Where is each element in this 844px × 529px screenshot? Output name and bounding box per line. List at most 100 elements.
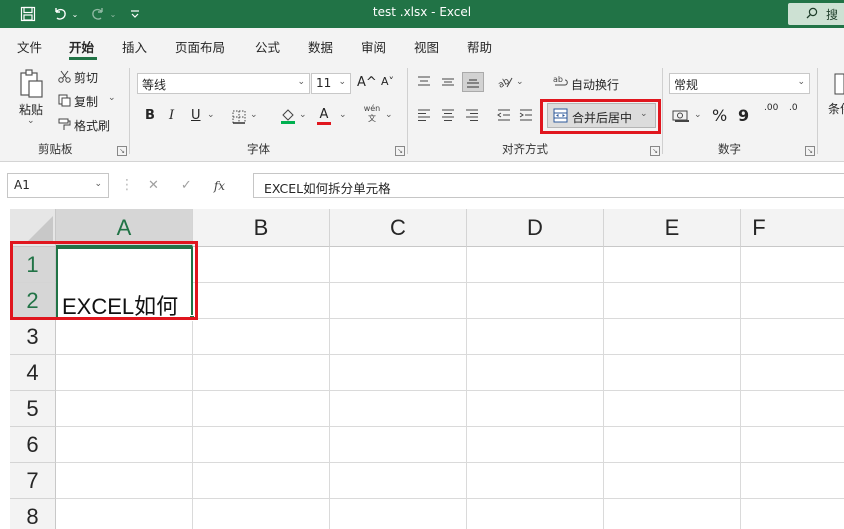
wrap-text-icon[interactable]: ab [553,74,569,90]
row-header-3[interactable]: 3 [10,319,56,355]
cut-button[interactable]: 剪切 [74,69,98,86]
number-format-select[interactable]: 常规 ⌄ [669,73,810,94]
orientation-icon[interactable]: ab [497,74,513,90]
font-group-label: 字体 [247,142,270,156]
font-launcher-icon[interactable]: ↘ [395,146,405,156]
accounting-dropdown-icon[interactable]: ⌄ [694,110,702,120]
ribbon: 粘贴 ⌄ 剪切 复制 ⌄ 格式刷 剪贴板 ↘ 等线 ⌄ 11 ⌄ A^ A˅ B… [0,60,844,162]
number-launcher-icon[interactable]: ↘ [805,146,815,156]
percent-style-button[interactable]: % [712,106,727,125]
row-header-5[interactable]: 5 [10,391,56,427]
ribbon-separator [407,68,408,154]
grid-line [740,247,741,529]
copy-button[interactable]: 复制 [74,93,98,110]
align-left-icon[interactable] [417,108,431,122]
align-bottom-icon[interactable] [462,72,484,92]
column-header-f[interactable]: F [741,209,844,247]
ribbon-tabs: 文件 开始 插入 页面布局 公式 数据 审阅 视图 帮助 [0,28,844,60]
borders-icon[interactable] [231,109,247,125]
decrease-decimal-button[interactable]: .0 [789,104,805,113]
insert-function-icon[interactable]: fx [214,179,225,193]
formula-input[interactable]: EXCEL如何拆分单元格 [253,173,844,198]
fill-color-dropdown-icon[interactable]: ⌄ [299,110,307,120]
conditional-formatting-button[interactable]: 条件 [828,100,844,117]
font-size-select[interactable]: 11 ⌄ [311,73,351,94]
increase-decimal-button[interactable]: .00 [764,104,780,113]
copy-dropdown-icon[interactable]: ⌄ [108,93,116,103]
font-color-letter: A [319,106,329,122]
borders-dropdown-icon[interactable]: ⌄ [250,110,258,120]
grid-line [56,390,844,391]
tab-file[interactable]: 文件 [17,37,42,56]
column-header-e[interactable]: E [604,209,741,247]
clipboard-group-label: 剪贴板 [38,142,73,156]
title-bar: ⌄ ⌄ test .xlsx - Excel 搜 [0,0,844,28]
paste-icon[interactable] [18,66,44,100]
font-name-select[interactable]: 等线 ⌄ [137,73,310,94]
excel-window: ⌄ ⌄ test .xlsx - Excel 搜 文件 开始 插入 页面布局 公… [0,0,844,529]
wrap-text-button[interactable]: 自动换行 [571,76,619,93]
comma-style-button[interactable]: 9 [738,106,749,125]
fill-color-icon[interactable] [280,107,296,125]
align-right-icon[interactable] [465,108,479,122]
font-name-value: 等线 [142,78,167,92]
tab-insert[interactable]: 插入 [122,37,147,56]
formula-bar-grip-icon: ⋮ [120,177,134,193]
name-box-value: A1 [14,178,30,192]
paste-dropdown-icon[interactable]: ⌄ [27,116,35,126]
name-box[interactable]: A1 ⌄ [7,173,109,198]
window-title: test .xlsx - Excel [372,5,472,19]
row-header-7[interactable]: 7 [10,463,56,499]
grid-line [56,426,844,427]
tab-data[interactable]: 数据 [308,37,333,56]
enter-icon[interactable]: ✓ [181,178,192,193]
grid-line [603,247,604,529]
grid-line [56,498,844,499]
underline-button[interactable]: U [191,108,201,123]
search-label: 搜 [826,7,839,22]
font-color-dropdown-icon[interactable]: ⌄ [339,110,347,120]
alignment-launcher-icon[interactable]: ↘ [650,146,660,156]
row-header-8[interactable]: 8 [10,499,56,529]
row-header-6[interactable]: 6 [10,427,56,463]
chevron-down-icon: ⌄ [94,179,102,189]
column-header-b[interactable]: B [193,209,330,247]
cut-icon[interactable] [57,69,71,83]
cancel-icon[interactable]: ✕ [148,178,159,193]
select-all-icon [25,216,53,244]
format-painter-button[interactable]: 格式刷 [74,117,110,134]
bold-button[interactable]: B [145,108,155,123]
align-center-icon[interactable] [441,108,455,122]
decrease-indent-icon[interactable] [497,108,511,122]
italic-button[interactable]: I [169,108,174,123]
conditional-formatting-icon[interactable] [832,73,844,95]
orientation-dropdown-icon[interactable]: ⌄ [516,77,524,87]
formula-controls: ✕ ✓ fx [136,173,252,198]
font-color-icon[interactable]: A [316,106,332,126]
clipboard-launcher-icon[interactable]: ↘ [117,146,127,156]
align-top-icon[interactable] [417,75,431,89]
column-header-d[interactable]: D [467,209,604,247]
format-painter-icon[interactable] [57,117,71,131]
tab-view[interactable]: 视图 [414,37,439,56]
tab-formulas[interactable]: 公式 [255,37,280,56]
tab-review[interactable]: 审阅 [361,37,386,56]
underline-dropdown-icon[interactable]: ⌄ [207,110,215,120]
increase-indent-icon[interactable] [519,108,533,122]
row-header-4[interactable]: 4 [10,355,56,391]
accounting-format-icon[interactable] [672,108,690,124]
copy-icon[interactable] [57,93,71,107]
phonetic-button[interactable]: wén 文 [362,104,382,124]
tab-page-layout[interactable]: 页面布局 [175,37,225,56]
shrink-font-button[interactable]: A˅ [381,75,394,88]
ribbon-separator [129,68,130,154]
column-header-c[interactable]: C [330,209,467,247]
align-middle-icon[interactable] [441,75,455,89]
search-box[interactable]: 搜 [788,3,844,25]
grow-font-button[interactable]: A^ [357,75,377,90]
tab-home[interactable]: 开始 [69,37,94,56]
phonetic-dropdown-icon[interactable]: ⌄ [385,110,393,120]
tab-help[interactable]: 帮助 [467,37,492,56]
ribbon-separator [817,68,818,154]
chevron-down-icon: ⌄ [297,77,305,87]
